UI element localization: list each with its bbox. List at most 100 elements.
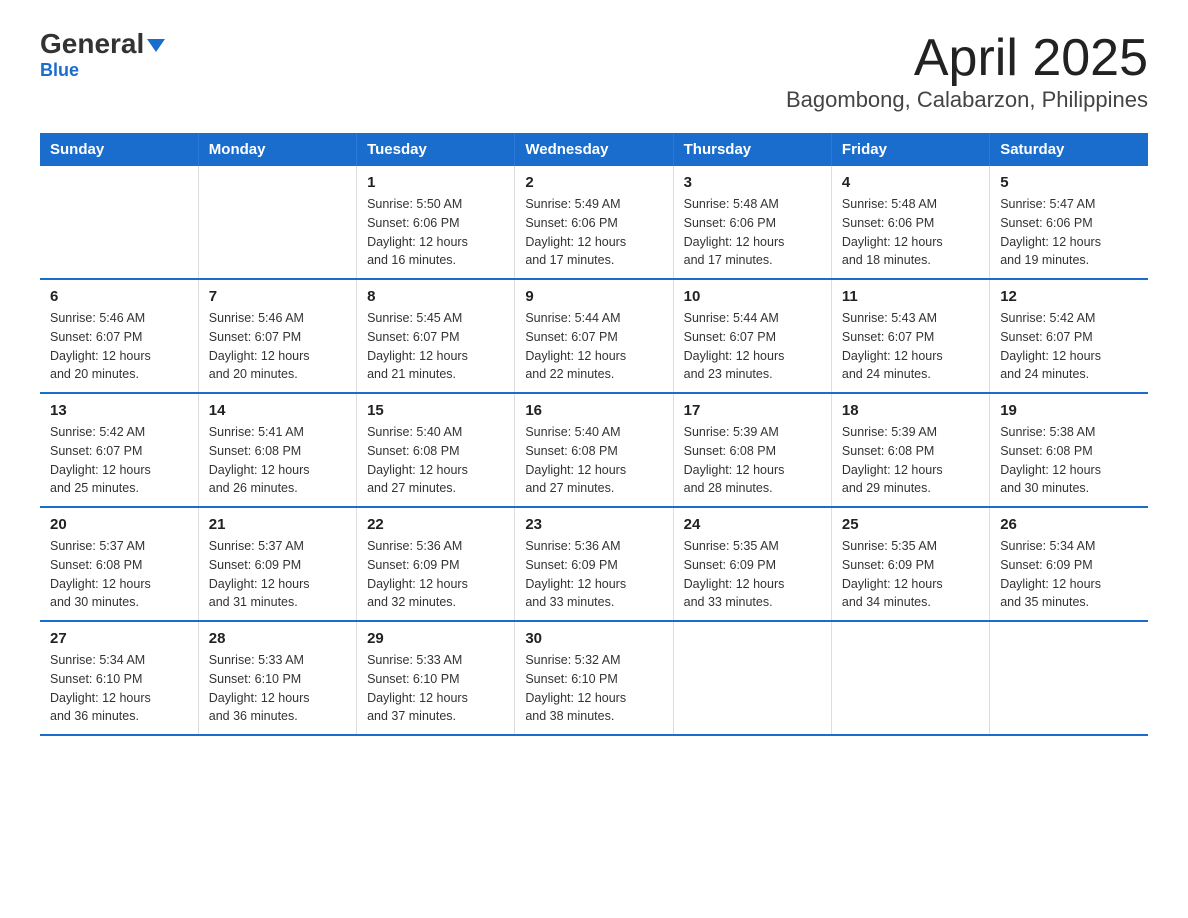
calendar-cell: 9 Sunrise: 5:44 AM Sunset: 6:07 PM Daylig…: [515, 279, 673, 393]
logo: General Blue: [40, 30, 165, 81]
day-info: Sunrise: 5:49 AM Sunset: 6:06 PM Dayligh…: [525, 195, 662, 270]
calendar-cell: 15 Sunrise: 5:40 AM Sunset: 6:08 PM Dayli…: [357, 393, 515, 507]
calendar-cell: 10 Sunrise: 5:44 AM Sunset: 6:07 PM Dayli…: [673, 279, 831, 393]
calendar-cell: 4 Sunrise: 5:48 AM Sunset: 6:06 PM Daylig…: [831, 166, 989, 279]
day-number: 4: [842, 174, 979, 191]
day-info: Sunrise: 5:45 AM Sunset: 6:07 PM Dayligh…: [367, 309, 504, 384]
day-number: 11: [842, 288, 979, 305]
day-number: 13: [50, 402, 188, 419]
day-info: Sunrise: 5:46 AM Sunset: 6:07 PM Dayligh…: [209, 309, 346, 384]
calendar-cell: 26 Sunrise: 5:34 AM Sunset: 6:09 PM Dayli…: [990, 507, 1148, 621]
day-info: Sunrise: 5:50 AM Sunset: 6:06 PM Dayligh…: [367, 195, 504, 270]
day-info: Sunrise: 5:46 AM Sunset: 6:07 PM Dayligh…: [50, 309, 188, 384]
calendar-cell: [990, 621, 1148, 735]
day-info: Sunrise: 5:44 AM Sunset: 6:07 PM Dayligh…: [684, 309, 821, 384]
calendar-cell: 1 Sunrise: 5:50 AM Sunset: 6:06 PM Daylig…: [357, 166, 515, 279]
calendar-cell: 13 Sunrise: 5:42 AM Sunset: 6:07 PM Dayli…: [40, 393, 198, 507]
calendar-cell: 7 Sunrise: 5:46 AM Sunset: 6:07 PM Daylig…: [198, 279, 356, 393]
day-number: 27: [50, 630, 188, 647]
day-info: Sunrise: 5:42 AM Sunset: 6:07 PM Dayligh…: [50, 423, 188, 498]
header-wednesday: Wednesday: [515, 133, 673, 166]
day-info: Sunrise: 5:34 AM Sunset: 6:09 PM Dayligh…: [1000, 537, 1138, 612]
calendar-subtitle: Bagombong, Calabarzon, Philippines: [786, 87, 1148, 113]
calendar-cell: 18Sunrise: 5:39 AM Sunset: 6:08 PM Dayli…: [831, 393, 989, 507]
calendar-cell: 30Sunrise: 5:32 AM Sunset: 6:10 PM Dayli…: [515, 621, 673, 735]
calendar-week-3: 13 Sunrise: 5:42 AM Sunset: 6:07 PM Dayli…: [40, 393, 1148, 507]
calendar-cell: 29 Sunrise: 5:33 AM Sunset: 6:10 PM Dayli…: [357, 621, 515, 735]
calendar-week-2: 6Sunrise: 5:46 AM Sunset: 6:07 PM Daylig…: [40, 279, 1148, 393]
calendar-cell: 19 Sunrise: 5:38 AM Sunset: 6:08 PM Dayli…: [990, 393, 1148, 507]
day-info: Sunrise: 5:38 AM Sunset: 6:08 PM Dayligh…: [1000, 423, 1138, 498]
day-number: 28: [209, 630, 346, 647]
header-saturday: Saturday: [990, 133, 1148, 166]
day-info: Sunrise: 5:39 AM Sunset: 6:08 PM Dayligh…: [842, 423, 979, 498]
calendar-cell: [40, 166, 198, 279]
day-number: 25: [842, 516, 979, 533]
day-number: 7: [209, 288, 346, 305]
day-info: Sunrise: 5:48 AM Sunset: 6:06 PM Dayligh…: [684, 195, 821, 270]
calendar-cell: 24Sunrise: 5:35 AM Sunset: 6:09 PM Dayli…: [673, 507, 831, 621]
header-tuesday: Tuesday: [357, 133, 515, 166]
day-info: Sunrise: 5:40 AM Sunset: 6:08 PM Dayligh…: [367, 423, 504, 498]
day-number: 21: [209, 516, 346, 533]
day-info: Sunrise: 5:43 AM Sunset: 6:07 PM Dayligh…: [842, 309, 979, 384]
day-number: 12: [1000, 288, 1138, 305]
calendar-cell: 6Sunrise: 5:46 AM Sunset: 6:07 PM Daylig…: [40, 279, 198, 393]
day-info: Sunrise: 5:37 AM Sunset: 6:09 PM Dayligh…: [209, 537, 346, 612]
day-info: Sunrise: 5:35 AM Sunset: 6:09 PM Dayligh…: [842, 537, 979, 612]
day-info: Sunrise: 5:41 AM Sunset: 6:08 PM Dayligh…: [209, 423, 346, 498]
calendar-cell: 20 Sunrise: 5:37 AM Sunset: 6:08 PM Dayli…: [40, 507, 198, 621]
day-number: 22: [367, 516, 504, 533]
calendar-cell: 12 Sunrise: 5:42 AM Sunset: 6:07 PM Dayli…: [990, 279, 1148, 393]
day-number: 8: [367, 288, 504, 305]
day-number: 17: [684, 402, 821, 419]
day-info: Sunrise: 5:36 AM Sunset: 6:09 PM Dayligh…: [367, 537, 504, 612]
calendar-title: April 2025: [786, 30, 1148, 87]
header-friday: Friday: [831, 133, 989, 166]
calendar-cell: 21 Sunrise: 5:37 AM Sunset: 6:09 PM Dayli…: [198, 507, 356, 621]
day-number: 26: [1000, 516, 1138, 533]
header-thursday: Thursday: [673, 133, 831, 166]
header-sunday: Sunday: [40, 133, 198, 166]
day-number: 20: [50, 516, 188, 533]
title-block: April 2025 Bagombong, Calabarzon, Philip…: [786, 30, 1148, 113]
calendar-cell: [673, 621, 831, 735]
calendar-week-4: 20 Sunrise: 5:37 AM Sunset: 6:08 PM Dayli…: [40, 507, 1148, 621]
day-info: Sunrise: 5:37 AM Sunset: 6:08 PM Dayligh…: [50, 537, 188, 612]
day-number: 1: [367, 174, 504, 191]
day-info: Sunrise: 5:48 AM Sunset: 6:06 PM Dayligh…: [842, 195, 979, 270]
day-info: Sunrise: 5:33 AM Sunset: 6:10 PM Dayligh…: [209, 651, 346, 726]
calendar-cell: 14 Sunrise: 5:41 AM Sunset: 6:08 PM Dayli…: [198, 393, 356, 507]
calendar-week-5: 27Sunrise: 5:34 AM Sunset: 6:10 PM Dayli…: [40, 621, 1148, 735]
day-info: Sunrise: 5:44 AM Sunset: 6:07 PM Dayligh…: [525, 309, 662, 384]
calendar-cell: [831, 621, 989, 735]
day-info: Sunrise: 5:42 AM Sunset: 6:07 PM Dayligh…: [1000, 309, 1138, 384]
calendar-cell: 8 Sunrise: 5:45 AM Sunset: 6:07 PM Daylig…: [357, 279, 515, 393]
calendar-header-row: SundayMondayTuesdayWednesdayThursdayFrid…: [40, 133, 1148, 166]
calendar-cell: 3 Sunrise: 5:48 AM Sunset: 6:06 PM Daylig…: [673, 166, 831, 279]
day-info: Sunrise: 5:33 AM Sunset: 6:10 PM Dayligh…: [367, 651, 504, 726]
day-number: 29: [367, 630, 504, 647]
day-info: Sunrise: 5:32 AM Sunset: 6:10 PM Dayligh…: [525, 651, 662, 726]
page-header: General Blue April 2025 Bagombong, Calab…: [40, 30, 1148, 113]
day-number: 9: [525, 288, 662, 305]
calendar-cell: 2Sunrise: 5:49 AM Sunset: 6:06 PM Daylig…: [515, 166, 673, 279]
header-monday: Monday: [198, 133, 356, 166]
day-number: 16: [525, 402, 662, 419]
day-info: Sunrise: 5:40 AM Sunset: 6:08 PM Dayligh…: [525, 423, 662, 498]
day-info: Sunrise: 5:35 AM Sunset: 6:09 PM Dayligh…: [684, 537, 821, 612]
day-number: 19: [1000, 402, 1138, 419]
calendar-cell: 25 Sunrise: 5:35 AM Sunset: 6:09 PM Dayli…: [831, 507, 989, 621]
calendar-cell: 23 Sunrise: 5:36 AM Sunset: 6:09 PM Dayli…: [515, 507, 673, 621]
day-number: 3: [684, 174, 821, 191]
calendar-cell: 17 Sunrise: 5:39 AM Sunset: 6:08 PM Dayli…: [673, 393, 831, 507]
calendar-cell: 11 Sunrise: 5:43 AM Sunset: 6:07 PM Dayli…: [831, 279, 989, 393]
day-number: 10: [684, 288, 821, 305]
day-number: 5: [1000, 174, 1138, 191]
day-number: 14: [209, 402, 346, 419]
calendar-cell: 16 Sunrise: 5:40 AM Sunset: 6:08 PM Dayli…: [515, 393, 673, 507]
day-number: 15: [367, 402, 504, 419]
day-info: Sunrise: 5:36 AM Sunset: 6:09 PM Dayligh…: [525, 537, 662, 612]
day-number: 23: [525, 516, 662, 533]
day-info: Sunrise: 5:39 AM Sunset: 6:08 PM Dayligh…: [684, 423, 821, 498]
